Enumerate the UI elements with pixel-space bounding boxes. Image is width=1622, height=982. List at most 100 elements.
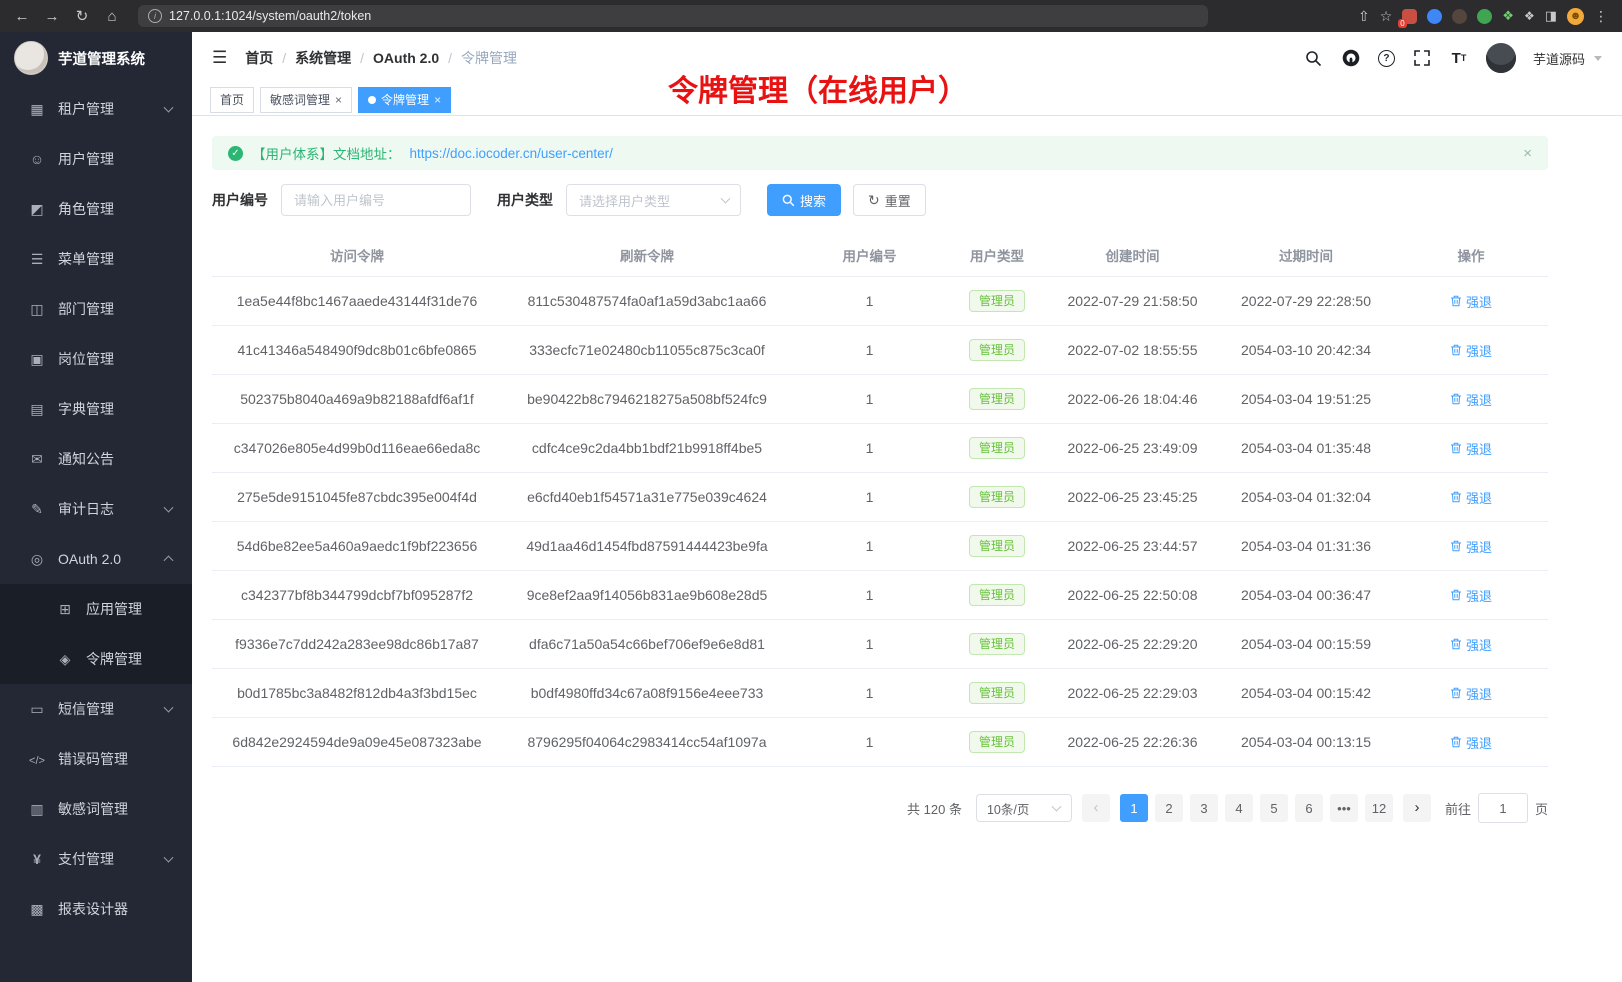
- page-button[interactable]: 6: [1295, 794, 1323, 822]
- extension-icon[interactable]: [1452, 9, 1467, 24]
- menu-item-label: 字典管理: [58, 399, 114, 419]
- delete-icon: [1450, 393, 1462, 405]
- sidebar-item[interactable]: 部门管理: [0, 284, 192, 334]
- sidebar-item[interactable]: 字典管理: [0, 384, 192, 434]
- alert-close-icon[interactable]: ×: [1523, 145, 1532, 162]
- force-logout-button[interactable]: 强退: [1450, 684, 1492, 703]
- force-logout-button[interactable]: 强退: [1450, 292, 1492, 311]
- goto-page-input[interactable]: [1478, 793, 1528, 823]
- sidebar-item[interactable]: 支付管理: [0, 834, 192, 884]
- breadcrumb-home[interactable]: 首页: [245, 48, 273, 68]
- sidebar-item[interactable]: 角色管理: [0, 184, 192, 234]
- page-button[interactable]: 4: [1225, 794, 1253, 822]
- refresh-token-cell: b0df4980ffd34c67a08f9156e4eee733: [502, 669, 792, 718]
- page-button[interactable]: 1: [1120, 794, 1148, 822]
- force-logout-button[interactable]: 强退: [1450, 537, 1492, 556]
- search-button[interactable]: 搜索: [767, 184, 841, 216]
- puzzle-icon[interactable]: ❖: [1502, 8, 1514, 24]
- share-icon[interactable]: ⇧: [1358, 8, 1370, 25]
- table-row: f9336e7c7dd242a283ee98dc86b17a87 dfa6c71…: [212, 620, 1548, 669]
- page-size-select[interactable]: 10条/页: [976, 794, 1072, 822]
- breadcrumb-system[interactable]: 系统管理: [295, 48, 351, 68]
- force-logout-button[interactable]: 强退: [1450, 733, 1492, 752]
- user-id-cell: 1: [792, 522, 947, 571]
- forward-icon[interactable]: →: [40, 5, 64, 27]
- user-type-cell: 管理员: [947, 326, 1047, 375]
- page-button[interactable]: 5: [1260, 794, 1288, 822]
- profile-avatar[interactable]: ☻: [1567, 8, 1584, 25]
- expire-time-cell: 2054-03-04 01:31:36: [1218, 522, 1394, 571]
- page-button[interactable]: 2: [1155, 794, 1183, 822]
- sidebar-item[interactable]: 菜单管理: [0, 234, 192, 284]
- address-bar[interactable]: i 127.0.0.1:1024/system/oauth2/token: [138, 5, 1208, 27]
- chevron-icon: [164, 555, 174, 565]
- sidebar-item[interactable]: 报表设计器: [0, 884, 192, 934]
- help-icon[interactable]: ?: [1378, 50, 1395, 67]
- sidebar-item[interactable]: 令牌管理: [0, 634, 192, 684]
- next-page-button[interactable]: ›: [1403, 794, 1431, 822]
- search-icon[interactable]: [1304, 48, 1324, 68]
- sidebar-item[interactable]: 岗位管理: [0, 334, 192, 384]
- fullscreen-icon[interactable]: [1412, 48, 1432, 68]
- tab-item[interactable]: 敏感词管理 ×: [260, 87, 352, 113]
- font-size-icon[interactable]: TT: [1449, 48, 1469, 68]
- tab-item[interactable]: 令牌管理 ×: [358, 87, 451, 113]
- close-icon[interactable]: ×: [335, 94, 342, 106]
- page-button[interactable]: 12: [1365, 794, 1393, 822]
- sidebar-item[interactable]: OAuth 2.0: [0, 534, 192, 584]
- prev-page-button[interactable]: ‹: [1082, 794, 1110, 822]
- force-logout-button[interactable]: 强退: [1450, 488, 1492, 507]
- browser-menu-icon[interactable]: ⋮: [1594, 8, 1608, 25]
- sidebar-item[interactable]: 错误码管理: [0, 734, 192, 784]
- user-type-select[interactable]: 请选择用户类型: [566, 184, 741, 216]
- created-time-cell: 2022-07-29 21:58:50: [1047, 277, 1218, 326]
- bookmark-star-icon[interactable]: ☆: [1380, 8, 1393, 25]
- extensions-menu-icon[interactable]: ❖: [1524, 9, 1535, 23]
- refresh-token-cell: e6cfd40eb1f54571a31e775e039c4624: [502, 473, 792, 522]
- goto-suffix: 页: [1535, 799, 1548, 818]
- sidebar-item[interactable]: 审计日志: [0, 484, 192, 534]
- user-id-input[interactable]: [281, 184, 471, 216]
- doc-link[interactable]: https://doc.iocoder.cn/user-center/: [410, 146, 613, 161]
- force-logout-button[interactable]: 强退: [1450, 341, 1492, 360]
- site-info-icon[interactable]: i: [148, 9, 162, 23]
- username[interactable]: 芋道源码: [1533, 49, 1585, 68]
- close-icon[interactable]: ×: [434, 94, 441, 106]
- back-icon[interactable]: ←: [10, 5, 34, 27]
- force-logout-button[interactable]: 强退: [1450, 586, 1492, 605]
- page-button[interactable]: •••: [1330, 794, 1358, 822]
- tab-item[interactable]: 首页 ×: [210, 87, 254, 113]
- user-type-badge: 管理员: [969, 535, 1025, 557]
- sidebar-item[interactable]: 用户管理: [0, 134, 192, 184]
- table-body: 1ea5e44f8bc1467aaede43144f31de76 811c530…: [212, 277, 1548, 767]
- breadcrumb-oauth[interactable]: OAuth 2.0: [373, 50, 439, 66]
- menu-item-label: 部门管理: [58, 299, 114, 319]
- sidebar-item[interactable]: 短信管理: [0, 684, 192, 734]
- github-icon[interactable]: [1341, 48, 1361, 68]
- split-view-icon[interactable]: ◨: [1545, 8, 1557, 24]
- audit-icon: [28, 501, 46, 518]
- sidebar-toggle-icon[interactable]: ☰: [212, 48, 227, 68]
- sidebar-item[interactable]: 租户管理: [0, 84, 192, 134]
- extension-icon[interactable]: 0: [1402, 9, 1417, 24]
- access-token-cell: 275e5de9151045fe87cbdc395e004f4d: [212, 473, 502, 522]
- expire-time-cell: 2054-03-04 00:15:59: [1218, 620, 1394, 669]
- force-logout-button[interactable]: 强退: [1450, 635, 1492, 654]
- reset-button[interactable]: ↻ 重置: [853, 184, 926, 216]
- extension-icon[interactable]: [1427, 9, 1442, 24]
- user-type-placeholder: 请选择用户类型: [579, 191, 670, 210]
- access-token-cell: c347026e805e4d99b0d116eae66eda8c: [212, 424, 502, 473]
- user-avatar[interactable]: [1486, 43, 1516, 73]
- force-logout-button[interactable]: 强退: [1450, 390, 1492, 409]
- chevron-down-icon[interactable]: [1594, 56, 1602, 61]
- extension-icon[interactable]: [1477, 9, 1492, 24]
- page-button[interactable]: 3: [1190, 794, 1218, 822]
- sidebar-item[interactable]: 应用管理: [0, 584, 192, 634]
- sidebar-item[interactable]: 敏感词管理: [0, 784, 192, 834]
- sidebar-item[interactable]: 通知公告: [0, 434, 192, 484]
- reload-icon[interactable]: ↻: [70, 5, 94, 27]
- home-icon[interactable]: ⌂: [100, 5, 124, 27]
- force-logout-button[interactable]: 强退: [1450, 439, 1492, 458]
- table-row: 502375b8040a469a9b82188afdf6af1f be90422…: [212, 375, 1548, 424]
- table-row: 6d842e2924594de9a09e45e087323abe 8796295…: [212, 718, 1548, 767]
